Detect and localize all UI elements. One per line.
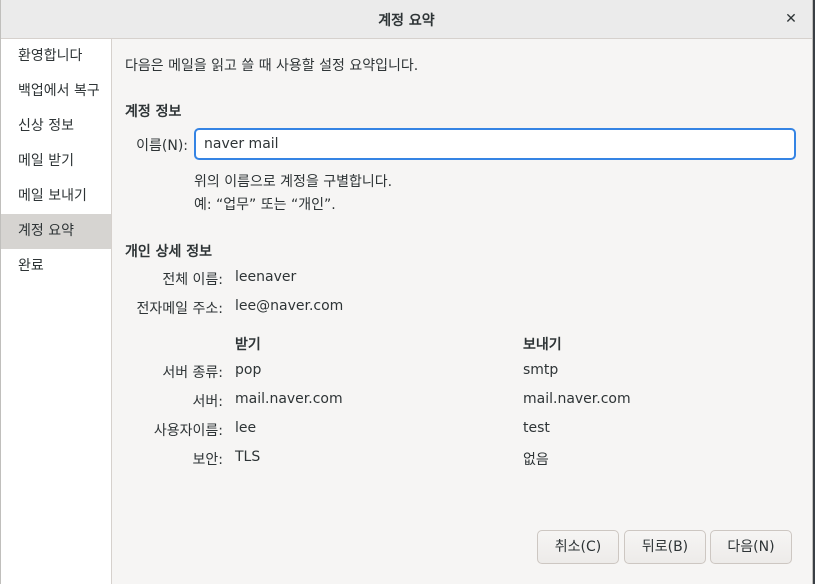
account-name-input[interactable] xyxy=(194,128,796,160)
sidebar-item-done[interactable]: 완료 xyxy=(1,249,111,284)
next-button[interactable]: 다음(N) xyxy=(710,530,792,564)
sidebar-item-sending-email[interactable]: 메일 보내기 xyxy=(1,179,111,214)
full-name-value: leenaver xyxy=(235,269,297,285)
titlebar: 계정 요약 ✕ xyxy=(1,0,812,39)
send-server-type: smtp xyxy=(523,362,559,378)
server-label: 서버: xyxy=(192,394,223,410)
send-server: mail.naver.com xyxy=(523,391,631,407)
sidebar-item-restore-backup[interactable]: 백업에서 복구 xyxy=(1,74,111,109)
security-label: 보안: xyxy=(192,452,223,468)
name-hint-line2: 예: “업무” 또는 “개인”. xyxy=(194,197,336,213)
sidebar-item-welcome[interactable]: 환영합니다 xyxy=(1,39,111,74)
name-label: 이름(N): xyxy=(136,138,188,154)
send-heading: 보내기 xyxy=(523,337,562,353)
full-name-label: 전체 이름: xyxy=(162,272,223,288)
sidebar-item-account-summary[interactable]: 계정 요약 xyxy=(1,214,111,249)
back-button[interactable]: 뒤로(B) xyxy=(624,530,706,564)
intro-text: 다음은 메일을 읽고 쓸 때 사용할 설정 요약입니다. xyxy=(125,58,419,74)
account-info-heading: 계정 정보 xyxy=(125,104,182,120)
send-security: 없음 xyxy=(523,452,549,468)
window-title: 계정 요약 xyxy=(378,13,435,29)
server-type-label: 서버 종류: xyxy=(162,365,223,381)
cancel-button[interactable]: 취소(C) xyxy=(537,530,619,564)
receive-heading: 받기 xyxy=(235,337,261,353)
email-value: lee@naver.com xyxy=(235,298,344,314)
main-content: 다음은 메일을 읽고 쓸 때 사용할 설정 요약입니다. 계정 정보 이름(N)… xyxy=(112,39,812,584)
receive-security: TLS xyxy=(235,449,261,465)
sidebar-item-identity[interactable]: 신상 정보 xyxy=(1,109,111,144)
receive-username: lee xyxy=(235,420,257,436)
sidebar-item-receiving-email[interactable]: 메일 받기 xyxy=(1,144,111,179)
email-label: 전자메일 주소: xyxy=(136,301,223,317)
send-username: test xyxy=(523,420,550,436)
sidebar: 환영합니다 백업에서 복구 신상 정보 메일 받기 메일 보내기 계정 요약 완… xyxy=(1,39,112,584)
receive-server: mail.naver.com xyxy=(235,391,343,407)
name-hint-line1: 위의 이름으로 계정을 구별합니다. xyxy=(194,174,393,190)
account-summary-dialog: 계정 요약 ✕ 환영합니다 백업에서 복구 신상 정보 메일 받기 메일 보내기… xyxy=(0,0,813,584)
username-label: 사용자이름: xyxy=(153,423,223,439)
receive-server-type: pop xyxy=(235,362,262,378)
close-icon[interactable]: ✕ xyxy=(780,8,802,30)
personal-details-heading: 개인 상세 정보 xyxy=(125,244,213,260)
